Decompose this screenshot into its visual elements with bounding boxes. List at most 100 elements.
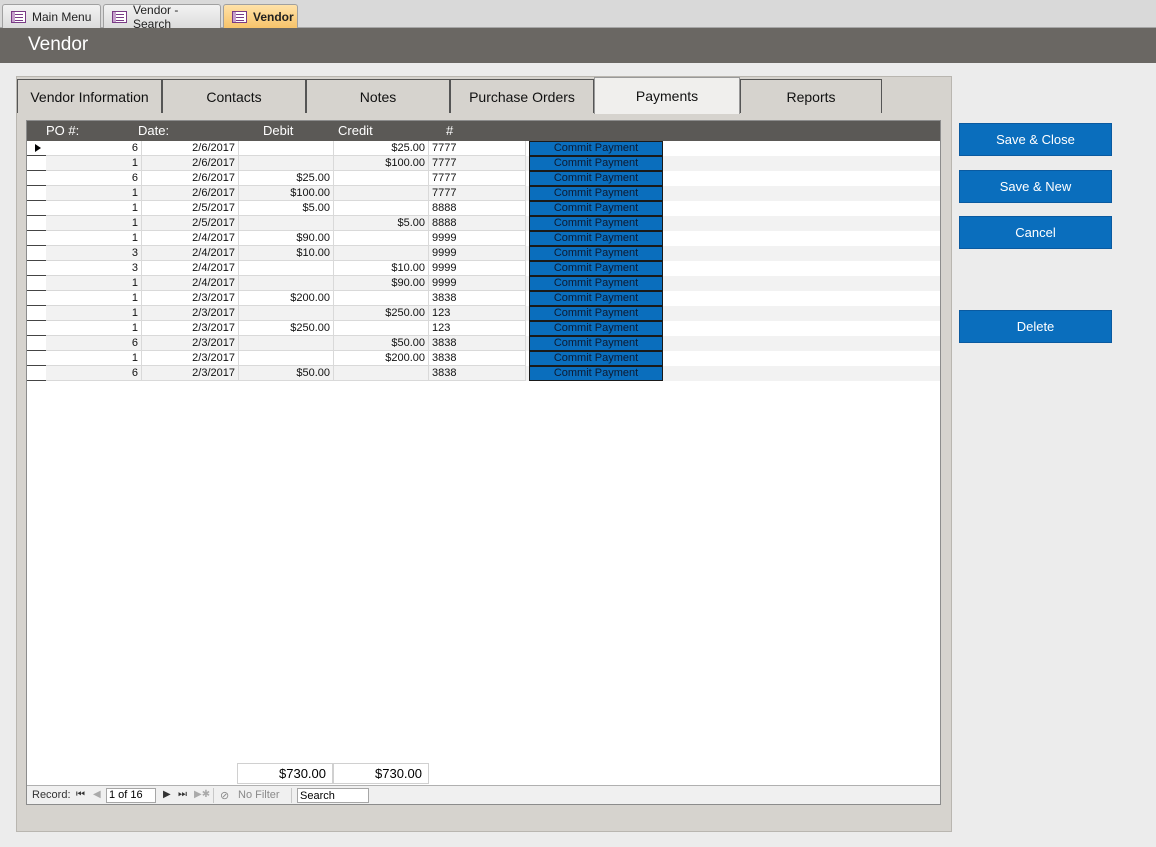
- date-cell[interactable]: 2/3/2017: [142, 306, 239, 321]
- po-cell[interactable]: 1: [46, 306, 142, 321]
- po-cell[interactable]: 1: [46, 321, 142, 336]
- debit-cell[interactable]: [239, 156, 334, 171]
- commit-payment-button[interactable]: Commit Payment: [529, 186, 663, 201]
- credit-cell[interactable]: $5.00: [334, 216, 429, 231]
- debit-cell[interactable]: $25.00: [239, 171, 334, 186]
- record-selector[interactable]: [27, 306, 46, 321]
- number-cell[interactable]: 3838: [429, 351, 526, 366]
- tab-payments[interactable]: Payments: [594, 77, 740, 114]
- credit-cell[interactable]: $90.00: [334, 276, 429, 291]
- last-record-icon[interactable]: ⏭: [178, 789, 187, 800]
- record-selector[interactable]: [27, 141, 46, 156]
- debit-cell[interactable]: [239, 141, 334, 156]
- doc-tab-vendor-search[interactable]: Vendor - Search: [103, 3, 221, 31]
- number-cell[interactable]: 7777: [429, 171, 526, 186]
- po-cell[interactable]: 1: [46, 201, 142, 216]
- commit-payment-button[interactable]: Commit Payment: [529, 276, 663, 291]
- po-cell[interactable]: 6: [46, 171, 142, 186]
- credit-cell[interactable]: [334, 201, 429, 216]
- commit-payment-button[interactable]: Commit Payment: [529, 261, 663, 276]
- date-cell[interactable]: 2/5/2017: [142, 201, 239, 216]
- table-row[interactable]: 1 2/6/2017 $100.00 7777 Commit Payment: [27, 186, 940, 201]
- first-record-icon[interactable]: ⏮: [76, 789, 85, 800]
- debit-cell[interactable]: $50.00: [239, 366, 334, 381]
- date-cell[interactable]: 2/4/2017: [142, 261, 239, 276]
- number-cell[interactable]: 9999: [429, 276, 526, 291]
- number-cell[interactable]: 7777: [429, 186, 526, 201]
- credit-cell[interactable]: [334, 186, 429, 201]
- number-cell[interactable]: 9999: [429, 261, 526, 276]
- debit-cell[interactable]: $90.00: [239, 231, 334, 246]
- next-record-icon[interactable]: ▶: [163, 789, 171, 800]
- number-cell[interactable]: 7777: [429, 156, 526, 171]
- record-selector[interactable]: [27, 291, 46, 306]
- credit-cell[interactable]: $250.00: [334, 306, 429, 321]
- date-cell[interactable]: 2/3/2017: [142, 336, 239, 351]
- po-cell[interactable]: 1: [46, 291, 142, 306]
- table-row[interactable]: 3 2/4/2017 $10.00 9999 Commit Payment: [27, 261, 940, 276]
- date-cell[interactable]: 2/6/2017: [142, 171, 239, 186]
- tab-vendor-information[interactable]: Vendor Information: [17, 79, 162, 113]
- date-cell[interactable]: 2/6/2017: [142, 156, 239, 171]
- commit-payment-button[interactable]: Commit Payment: [529, 291, 663, 306]
- po-cell[interactable]: 1: [46, 216, 142, 231]
- credit-cell[interactable]: [334, 321, 429, 336]
- commit-payment-button[interactable]: Commit Payment: [529, 306, 663, 321]
- date-cell[interactable]: 2/6/2017: [142, 141, 239, 156]
- date-cell[interactable]: 2/6/2017: [142, 186, 239, 201]
- number-cell[interactable]: 3838: [429, 291, 526, 306]
- tab-purchase-orders[interactable]: Purchase Orders: [450, 79, 594, 113]
- number-cell[interactable]: 123: [429, 321, 526, 336]
- no-filter-indicator[interactable]: No Filter: [238, 789, 280, 801]
- credit-cell[interactable]: $10.00: [334, 261, 429, 276]
- po-cell[interactable]: 1: [46, 156, 142, 171]
- debit-cell[interactable]: $10.00: [239, 246, 334, 261]
- commit-payment-button[interactable]: Commit Payment: [529, 216, 663, 231]
- number-cell[interactable]: 9999: [429, 246, 526, 261]
- date-cell[interactable]: 2/4/2017: [142, 246, 239, 261]
- table-row[interactable]: 1 2/6/2017 $100.00 7777 Commit Payment: [27, 156, 940, 171]
- table-row[interactable]: 1 2/3/2017 $200.00 3838 Commit Payment: [27, 351, 940, 366]
- previous-record-icon[interactable]: ◀: [93, 789, 101, 800]
- new-record-icon[interactable]: ▶✱: [194, 789, 210, 800]
- tab-reports[interactable]: Reports: [740, 79, 882, 113]
- number-cell[interactable]: 3838: [429, 366, 526, 381]
- po-cell[interactable]: 1: [46, 276, 142, 291]
- record-selector[interactable]: [27, 231, 46, 246]
- commit-payment-button[interactable]: Commit Payment: [529, 156, 663, 171]
- current-record-field[interactable]: 1 of 16: [106, 788, 156, 803]
- record-selector[interactable]: [27, 366, 46, 381]
- commit-payment-button[interactable]: Commit Payment: [529, 141, 663, 156]
- commit-payment-button[interactable]: Commit Payment: [529, 366, 663, 381]
- date-cell[interactable]: 2/4/2017: [142, 231, 239, 246]
- debit-cell[interactable]: [239, 216, 334, 231]
- po-cell[interactable]: 3: [46, 261, 142, 276]
- table-row[interactable]: 6 2/6/2017 $25.00 7777 Commit Payment: [27, 171, 940, 186]
- number-cell[interactable]: 8888: [429, 201, 526, 216]
- po-cell[interactable]: 3: [46, 246, 142, 261]
- table-row[interactable]: 6 2/3/2017 $50.00 3838 Commit Payment: [27, 366, 940, 381]
- debit-cell[interactable]: [239, 351, 334, 366]
- number-cell[interactable]: 7777: [429, 141, 526, 156]
- number-cell[interactable]: 123: [429, 306, 526, 321]
- record-selector[interactable]: [27, 261, 46, 276]
- save-new-button[interactable]: Save & New: [959, 170, 1112, 203]
- record-selector[interactable]: [27, 201, 46, 216]
- po-cell[interactable]: 1: [46, 231, 142, 246]
- save-close-button[interactable]: Save & Close: [959, 123, 1112, 156]
- table-row[interactable]: 6 2/6/2017 $25.00 7777 Commit Payment: [27, 141, 940, 156]
- record-selector[interactable]: [27, 216, 46, 231]
- commit-payment-button[interactable]: Commit Payment: [529, 321, 663, 336]
- date-cell[interactable]: 2/5/2017: [142, 216, 239, 231]
- doc-tab-main-menu[interactable]: Main Menu: [2, 4, 101, 28]
- number-cell[interactable]: 3838: [429, 336, 526, 351]
- record-selector[interactable]: [27, 186, 46, 201]
- delete-button[interactable]: Delete: [959, 310, 1112, 343]
- table-row[interactable]: 3 2/4/2017 $10.00 9999 Commit Payment: [27, 246, 940, 261]
- po-cell[interactable]: 6: [46, 336, 142, 351]
- date-cell[interactable]: 2/3/2017: [142, 291, 239, 306]
- credit-cell[interactable]: [334, 231, 429, 246]
- credit-cell[interactable]: $25.00: [334, 141, 429, 156]
- tab-contacts[interactable]: Contacts: [162, 79, 306, 113]
- po-cell[interactable]: 6: [46, 366, 142, 381]
